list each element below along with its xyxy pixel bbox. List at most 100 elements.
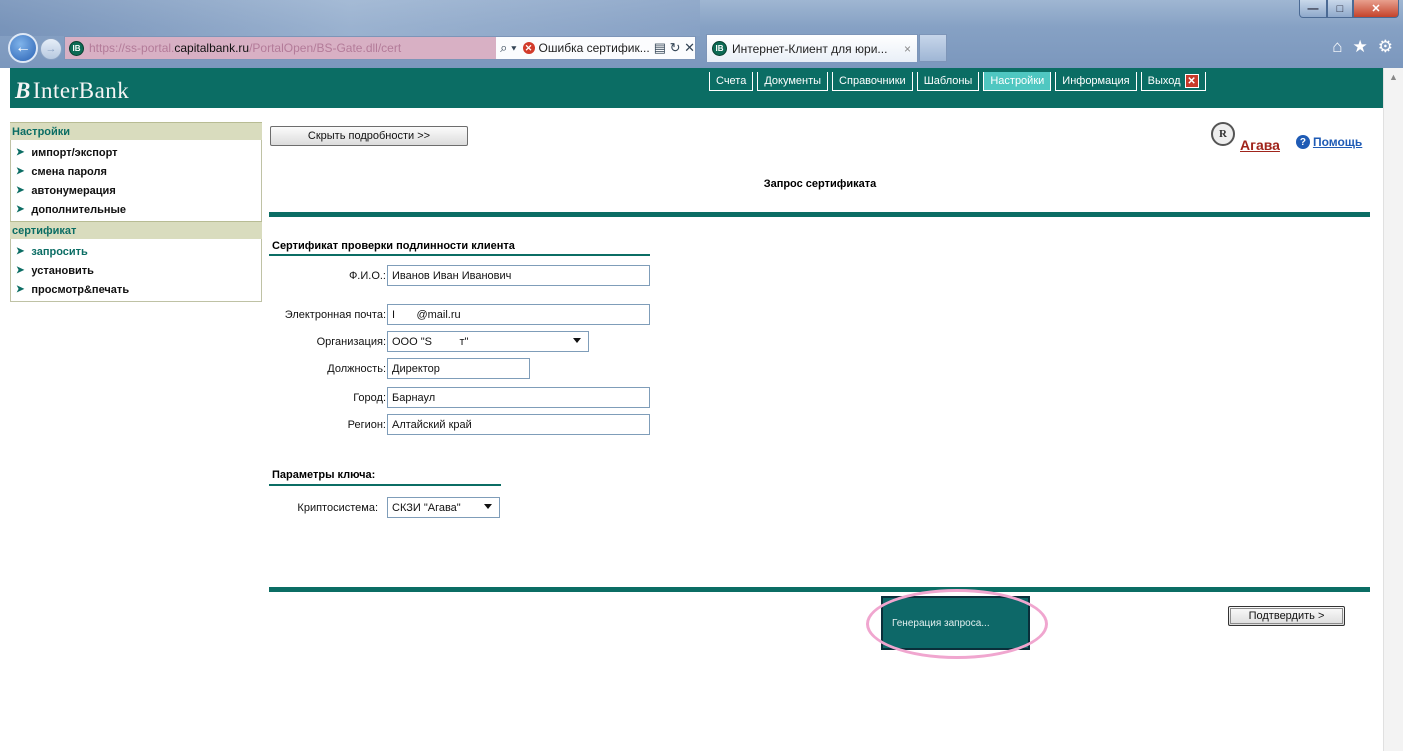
search-icon[interactable]: ⌕ ▾ xyxy=(500,40,516,56)
tab-title: Интернет-Клиент для юри... xyxy=(732,41,888,56)
chevron-down-icon xyxy=(484,504,492,509)
logo-text: InterBank xyxy=(32,78,130,103)
url-scheme: https://ss-portal. xyxy=(89,41,175,55)
sidebar-item-install[interactable]: ➤ установить xyxy=(11,261,261,280)
home-icon[interactable]: ⌂ xyxy=(1332,37,1342,57)
arrow-right-icon: ➤ xyxy=(16,265,25,276)
settings-gear-icon[interactable]: ⚙ xyxy=(1378,37,1393,57)
arrow-right-icon: ➤ xyxy=(16,204,25,215)
organization-label: Организация: xyxy=(316,336,386,348)
favorites-star-icon[interactable]: ★ xyxy=(1353,37,1368,57)
user-area: R Агава ? Помощь xyxy=(1211,122,1362,153)
nav-templates-label: Шаблоны xyxy=(923,75,973,87)
help-link-group[interactable]: ? Помощь xyxy=(1295,135,1362,149)
sidebar-certificate-list: ➤ запросить ➤ установить ➤ просмотр&печать xyxy=(10,239,262,301)
maximize-button[interactable]: □ xyxy=(1327,0,1353,18)
confirm-button[interactable]: Подтвердить > xyxy=(1228,606,1345,626)
vertical-scrollbar[interactable]: ▲ xyxy=(1383,68,1403,751)
sidebar-item-import-export[interactable]: ➤ импорт/экспорт xyxy=(11,143,261,162)
new-tab-button[interactable] xyxy=(919,34,947,62)
sidebar-item-autonumbering[interactable]: ➤ автонумерация xyxy=(11,181,261,200)
sidebar-item-label: автонумерация xyxy=(31,184,116,197)
tab-close-icon[interactable]: × xyxy=(904,42,911,56)
nav-templates[interactable]: Шаблоны xyxy=(916,72,980,91)
sidebar-header-settings: Настройки xyxy=(10,122,262,140)
arrow-right-icon: ➤ xyxy=(16,185,25,196)
refresh-stop-icons[interactable]: ▤ ↻ ✕ xyxy=(654,40,695,56)
sidebar-item-label: импорт/экспорт xyxy=(31,146,118,159)
sidebar-item-label: дополнительные xyxy=(31,203,126,216)
back-button[interactable]: ← xyxy=(8,33,38,63)
fio-field[interactable]: Иванов Иван Иванович xyxy=(387,265,650,286)
certificate-error-icon: ✕ xyxy=(522,42,535,54)
forward-button[interactable]: → xyxy=(40,38,62,60)
interbank-logo: BInterBank xyxy=(15,78,129,104)
close-window-button[interactable]: ✕ xyxy=(1353,0,1399,18)
back-arrow-icon: ← xyxy=(15,39,31,56)
minimize-button[interactable]: — xyxy=(1299,0,1327,18)
app-header: BInterBank Счета Документы Справочники Ш… xyxy=(10,68,1383,108)
help-icon[interactable]: ? xyxy=(1295,135,1310,149)
url-field[interactable]: IB https://ss-portal. capitalbank.ru/Port… xyxy=(65,37,497,59)
logo-mark: B xyxy=(15,78,31,103)
address-actions[interactable]: ▤ ↻ ✕ xyxy=(650,40,695,56)
address-bar[interactable]: IB https://ss-portal. capitalbank.ru/Port… xyxy=(64,36,696,60)
nav-accounts-label: Счета xyxy=(716,75,747,87)
window-controls: — □ ✕ xyxy=(1299,0,1399,18)
highlight-ellipse xyxy=(866,589,1048,659)
nav-directories[interactable]: Справочники xyxy=(832,72,913,91)
site-favicon-icon: IB xyxy=(69,40,84,56)
scroll-up-arrow-icon[interactable]: ▲ xyxy=(1389,72,1398,82)
address-search-dropdown[interactable]: ⌕ ▾ xyxy=(496,40,516,56)
sidebar-settings-list: ➤ импорт/экспорт ➤ смена пароля ➤ автонумер… xyxy=(10,140,262,221)
region-field[interactable]: Алтайский край xyxy=(387,414,650,435)
arrow-right-icon: ➤ xyxy=(16,284,25,295)
chevron-down-icon xyxy=(573,338,581,343)
nav-settings[interactable]: Настройки xyxy=(983,72,1052,91)
sidebar-item-change-password[interactable]: ➤ смена пароля xyxy=(11,162,261,181)
nav-information[interactable]: Информация xyxy=(1055,72,1137,91)
organization-select[interactable]: ООО "Ѕ т" xyxy=(387,331,589,352)
help-link[interactable]: Помощь xyxy=(1313,135,1362,149)
arrow-right-icon: ➤ xyxy=(16,246,25,257)
nav-documents-label: Документы xyxy=(764,75,822,87)
nav-directories-label: Справочники xyxy=(839,75,906,87)
sidebar-bottom-border xyxy=(10,301,262,302)
arrow-right-icon: ➤ xyxy=(16,166,25,177)
sidebar-item-additional[interactable]: ➤ дополнительные xyxy=(11,200,261,219)
fio-label: Ф.И.О.: xyxy=(348,270,386,282)
sidebar-item-label: просмотр&печать xyxy=(31,283,130,296)
certificate-error-indicator[interactable]: ✕ Ошибка сертифик... xyxy=(522,41,650,55)
nav-exit[interactable]: Выход ✕ xyxy=(1140,72,1206,91)
browser-chrome: — □ ✕ ← → IB https://ss-portal. capitalba… xyxy=(0,0,1403,68)
browser-tab-active[interactable]: IB Интернет-Клиент для юри... × xyxy=(706,34,918,62)
hide-details-button[interactable]: Скрыть подробности >> xyxy=(270,126,468,146)
bottom-divider xyxy=(269,587,1370,592)
nav-accounts[interactable]: Счета xyxy=(709,72,754,91)
top-navigation: Счета Документы Справочники Шаблоны Наст… xyxy=(709,72,1206,91)
page-title: Запрос сертификата xyxy=(763,178,877,190)
user-seal-icon: R xyxy=(1211,122,1235,146)
url-path: /PortalOpen/BS-Gate.dll/cert xyxy=(249,41,402,55)
city-field[interactable]: Барнаул xyxy=(387,387,650,408)
nav-documents[interactable]: Документы xyxy=(757,72,829,91)
email-field[interactable]: I @mail.ru xyxy=(387,304,650,325)
url-host: capitalbank.ru xyxy=(174,41,250,55)
key-params-section-title: Параметры ключа: xyxy=(272,469,376,481)
email-label: Электронная почта: xyxy=(284,309,386,321)
arrow-right-icon: ➤ xyxy=(16,147,25,158)
certificate-section-title: Сертификат проверки подлинности клиента xyxy=(272,240,515,252)
sidebar-item-label: запросить xyxy=(31,245,88,258)
key-params-underline xyxy=(269,484,501,486)
certificate-error-label: Ошибка сертифик... xyxy=(538,41,650,55)
sidebar-item-label: установить xyxy=(31,264,94,277)
user-name-link[interactable]: Агава xyxy=(1240,137,1280,153)
nav-information-label: Информация xyxy=(1062,75,1130,87)
sidebar-item-request[interactable]: ➤ запросить xyxy=(11,242,261,261)
region-label: Регион: xyxy=(347,419,386,431)
position-field[interactable]: Директор xyxy=(387,358,530,379)
browser-toolbar-icons: ⌂ ★ ⚙ xyxy=(1332,37,1393,57)
nav-settings-label: Настройки xyxy=(990,75,1045,87)
sidebar-item-view-print[interactable]: ➤ просмотр&печать xyxy=(11,280,261,299)
cryptosystem-select[interactable]: СКЗИ "Агава" xyxy=(387,497,500,518)
